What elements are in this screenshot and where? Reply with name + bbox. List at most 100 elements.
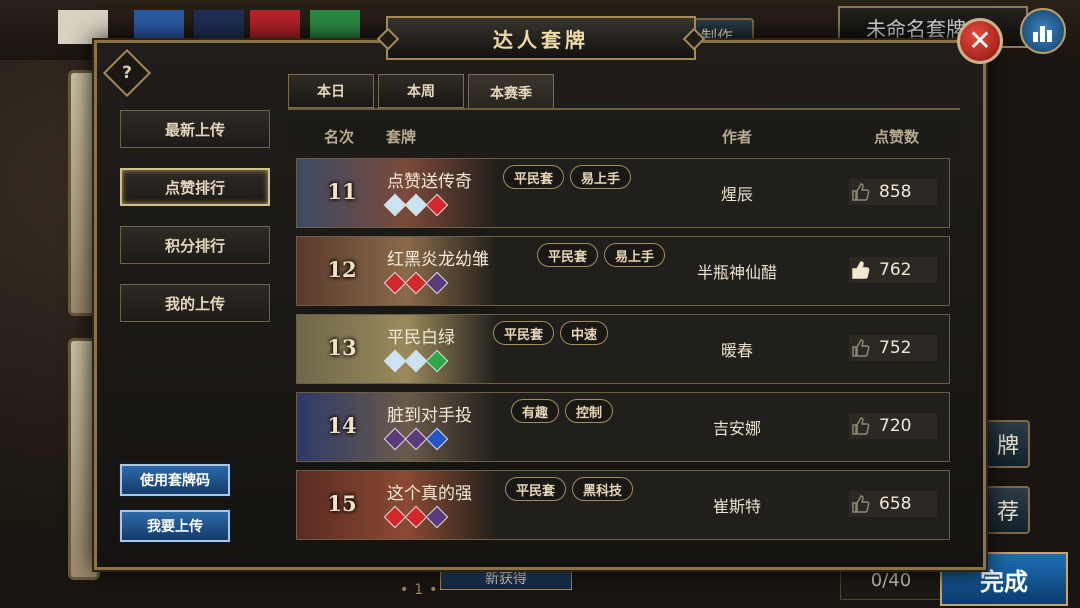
thumbs-up-icon[interactable] [851,416,871,436]
background-flag [134,10,184,44]
like-number: 720 [879,416,912,436]
red-gem-icon [404,271,428,295]
deck-tag: 黑科技 [572,477,634,501]
table-row[interactable]: 11 点赞送传奇 平民套 易上手煋辰 858 [296,158,950,228]
deck-name: 脏到对手投 [387,406,472,426]
thumbs-up-icon[interactable] [851,182,871,202]
close-icon: ✕ [968,24,992,57]
sidebar-item-my-uploads[interactable]: 我的上传 [120,284,270,322]
purple-gem-icon [383,427,407,451]
deck-author: 半瓶神仙醋 [696,263,777,282]
background-side-button[interactable]: 荐 [986,486,1030,534]
deck-name: 红黑炎龙幼雏 [387,250,489,270]
rank-number: 13 [327,335,357,360]
red-gem-icon [383,505,407,529]
deck-tag: 易上手 [570,165,632,189]
sidebar-item-latest[interactable]: 最新上传 [120,110,270,148]
like-count: 762 [849,257,937,283]
background-side-button[interactable]: 牌 [986,420,1030,468]
table-row[interactable]: 15 这个真的强 平民套 黑科技崔斯特 658 [296,470,950,540]
deck-tag: 有趣 [511,399,560,423]
deck-colors [383,193,449,217]
rank-number: 14 [327,413,357,438]
white-gem-icon [404,349,428,373]
bar-chart-icon [1040,26,1045,42]
like-count: 752 [849,335,937,361]
dialog-title: 达人套牌 [386,16,696,60]
tab-this-season[interactable]: 本赛季 [468,74,554,110]
thumbs-up-icon[interactable] [851,338,871,358]
red-gem-icon [425,193,449,217]
like-number: 858 [879,182,912,202]
deck-tags: 平民套 易上手 [503,165,632,189]
deck-name: 这个真的强 [387,484,472,504]
like-count: 720 [849,413,937,439]
tab-today[interactable]: 本日 [288,74,374,108]
white-gem-icon [404,193,428,217]
deck-tag: 平民套 [503,165,565,189]
purple-gem-icon [404,427,428,451]
sidebar-item-likes-ranking[interactable]: 点赞排行 [120,168,270,206]
deck-colors [383,271,449,295]
deck-author: 煋辰 [720,185,753,204]
sidebar-item-points-ranking[interactable]: 积分排行 [120,226,270,264]
blue-gem-icon [425,427,449,451]
question-icon: ? [122,63,132,83]
background-flag [58,10,108,44]
deck-name: 点赞送传奇 [387,172,472,192]
deck-author: 吉安娜 [712,419,761,438]
background-flag [310,10,360,44]
table-row[interactable]: 14 脏到对手投 有趣 控制吉安娜 720 [296,392,950,462]
tab-divider [288,108,960,110]
bar-chart-icon [1047,30,1052,42]
deck-tag: 控制 [565,399,614,423]
close-button[interactable]: ✕ [957,18,1003,64]
like-count: 858 [849,179,937,205]
deck-list: 11 点赞送传奇 平民套 易上手 煋辰 858 12 红黑炎龙幼雏 平民套 易上手 半瓶神仙醋 762… [290,152,958,542]
thumbs-up-icon[interactable] [851,260,871,280]
bar-chart-icon [1033,32,1038,42]
like-number: 658 [879,494,912,514]
background-flag [194,10,244,44]
deck-tag: 平民套 [537,243,599,267]
table-row[interactable]: 13 平民白绿 平民套 中速暖春 752 [296,314,950,384]
use-deck-code-button[interactable]: 使用套牌码 [119,463,231,497]
purple-gem-icon [425,271,449,295]
deck-tags: 有趣 控制 [511,399,614,423]
deck-author: 崔斯特 [712,497,761,516]
deck-colors [383,505,449,529]
purple-gem-icon [425,505,449,529]
background-flag [250,10,300,44]
page-indicator: •1• [400,582,444,598]
upload-button[interactable]: 我要上传 [119,509,231,543]
stats-button[interactable] [1020,8,1066,54]
deck-name: 平民白绿 [387,328,455,348]
red-gem-icon [383,271,407,295]
rank-number: 11 [327,179,357,204]
deck-tag: 平民套 [505,477,567,501]
deck-tags: 平民套 黑科技 [505,477,634,501]
deck-tag: 平民套 [493,321,555,345]
like-number: 752 [879,338,912,358]
thumbs-up-icon[interactable] [851,494,871,514]
like-number: 762 [879,260,912,280]
deck-colors [383,349,449,373]
deck-colors [383,427,449,451]
white-gem-icon [383,193,407,217]
rank-number: 15 [327,491,357,516]
column-rank: 名次 [324,128,355,146]
column-likes: 点赞数 [874,128,920,146]
white-gem-icon [383,349,407,373]
deck-author: 暖春 [720,341,753,360]
table-header: 名次 套牌 作者 点赞数 [290,120,958,152]
like-count: 658 [849,491,937,517]
deck-tag: 中速 [560,321,609,345]
rank-number: 12 [327,257,357,282]
red-gem-icon [404,505,428,529]
column-author: 作者 [722,128,753,146]
deck-tags: 平民套 中速 [493,321,609,345]
tab-this-week[interactable]: 本周 [378,74,464,108]
green-gem-icon [425,349,449,373]
column-deck: 套牌 [386,128,417,146]
table-row[interactable]: 12 红黑炎龙幼雏 平民套 易上手 半瓶神仙醋 762 [296,236,950,306]
